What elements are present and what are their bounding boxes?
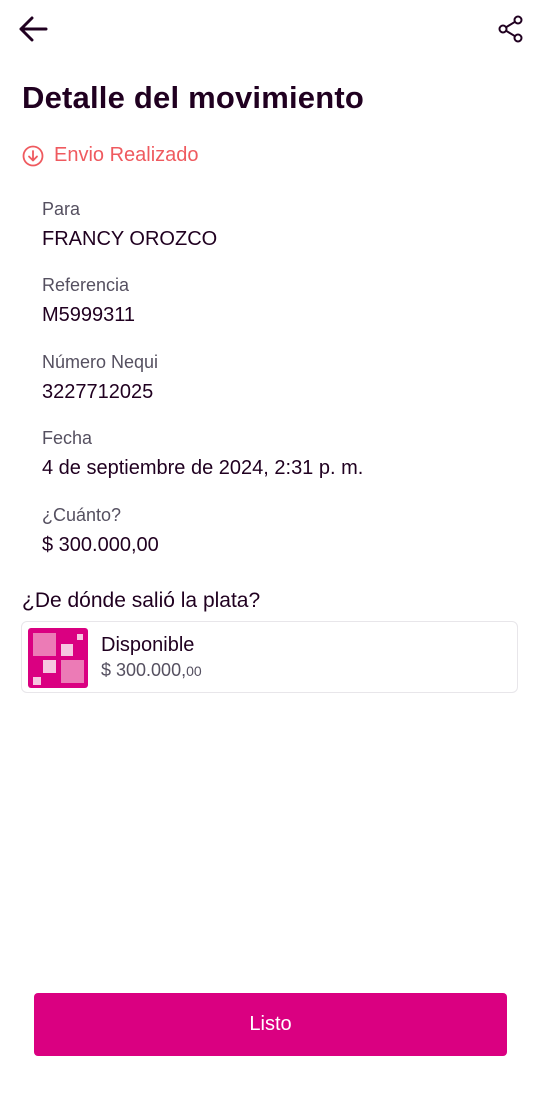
detail-value: 3227712025 <box>42 381 154 403</box>
source-account-card[interactable]: Disponible $ 300.000,00 <box>21 621 518 693</box>
source-question: ¿De dónde salió la plata? <box>22 589 261 612</box>
detail-amount: ¿Cuánto? $ 300.000,00 <box>42 504 159 557</box>
detail-date: Fecha 4 de septiembre de 2024, 2:31 p. m… <box>42 427 363 480</box>
detail-reference: Referencia M5999311 <box>42 274 135 327</box>
detail-nequi-number: Número Nequi 3227712025 <box>42 351 158 404</box>
share-button[interactable] <box>494 12 528 46</box>
account-amount: $ 300.000,00 <box>101 660 202 681</box>
done-button[interactable]: Listo <box>34 993 507 1056</box>
detail-value: $ 300.000,00 <box>42 534 159 556</box>
detail-label: Para <box>42 199 81 219</box>
wallet-squares-icon <box>28 628 88 688</box>
arrow-left-icon <box>19 16 48 42</box>
status-label: Envio Realizado <box>54 144 199 166</box>
detail-label: Fecha <box>42 428 93 448</box>
page-title: Detalle del movimiento <box>22 80 365 115</box>
detail-label: Referencia <box>42 275 130 295</box>
detail-value: M5999311 <box>42 304 136 326</box>
amount-main: $ 300.000, <box>101 660 187 680</box>
amount-cents: 00 <box>186 663 202 679</box>
back-button[interactable] <box>14 12 52 46</box>
transaction-status: Envio Realizado <box>22 144 199 167</box>
share-icon <box>498 15 523 43</box>
account-name: Disponible <box>101 634 195 656</box>
detail-label: ¿Cuánto? <box>42 505 122 525</box>
detail-recipient: Para FRANCY OROZCO <box>42 198 217 251</box>
arrow-down-circle-icon <box>22 145 44 167</box>
detail-value: FRANCY OROZCO <box>42 228 218 250</box>
top-bar <box>0 0 540 60</box>
detail-value: 4 de septiembre de 2024, 2:31 p. m. <box>42 457 364 479</box>
detail-label: Número Nequi <box>42 352 159 372</box>
